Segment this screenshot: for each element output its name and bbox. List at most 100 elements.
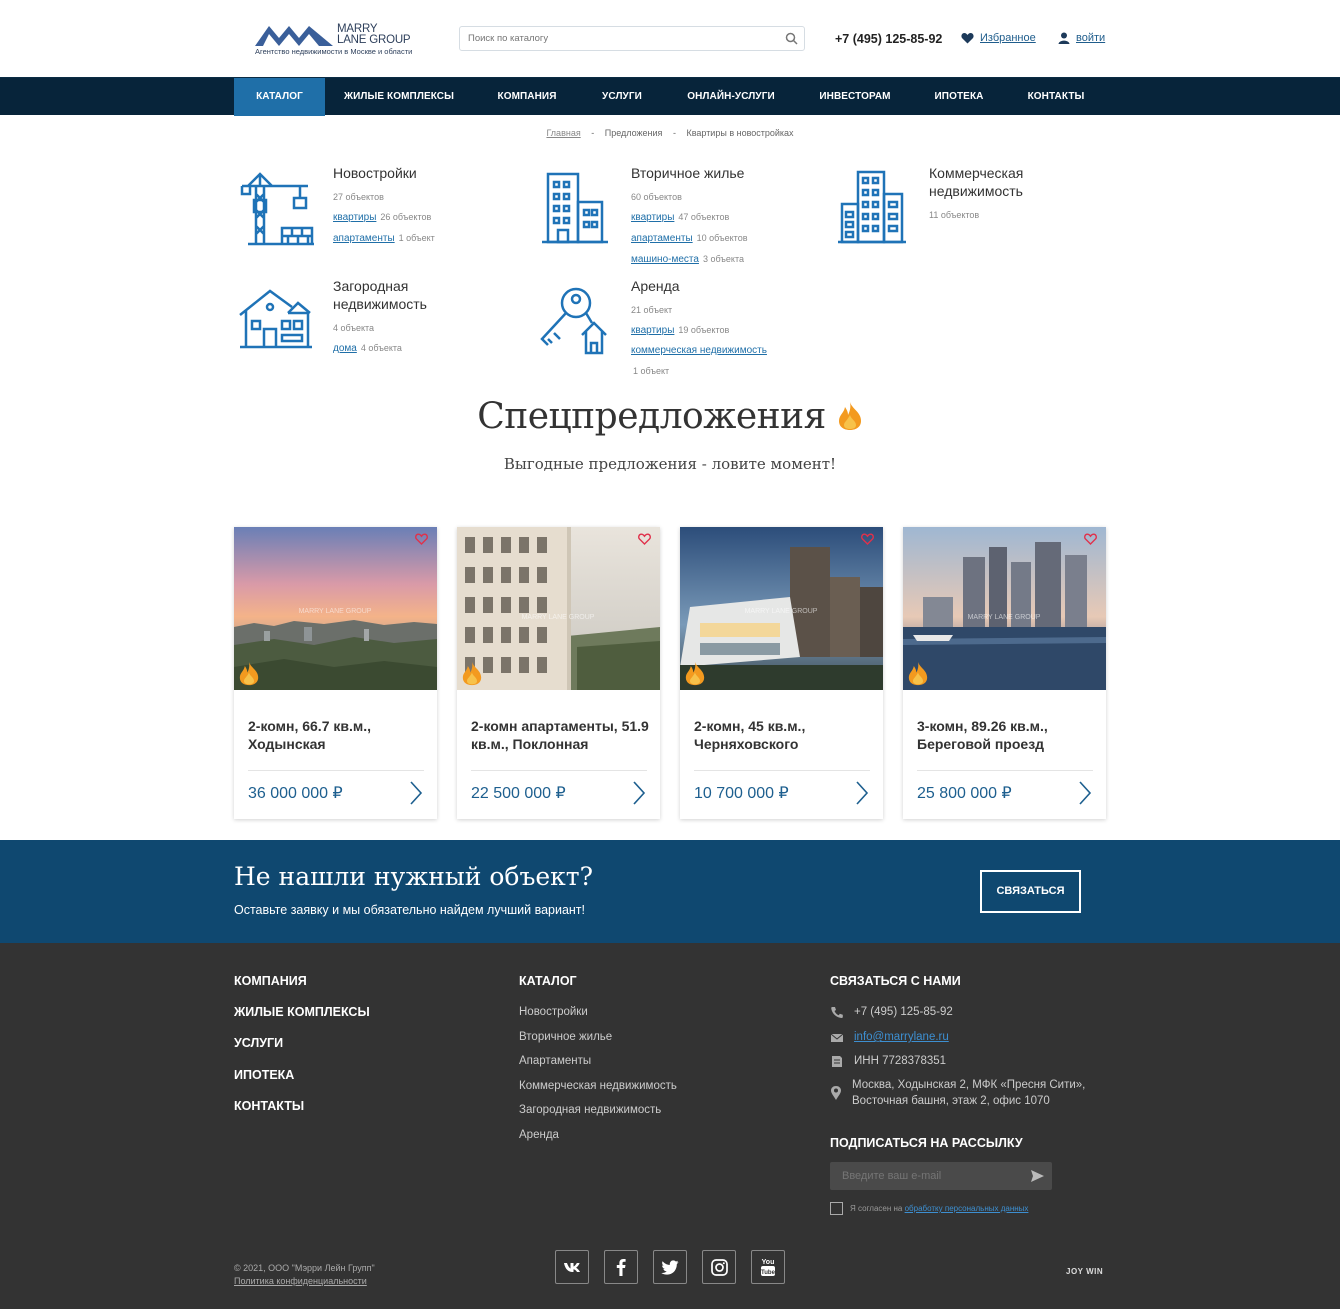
- hot-offer-fire-icon: [685, 661, 705, 686]
- contact-button[interactable]: СВЯЗАТЬСЯ: [980, 870, 1081, 913]
- consent-checkbox[interactable]: [830, 1202, 843, 1215]
- hot-offer-fire-icon: [462, 661, 482, 686]
- search-icon[interactable]: [785, 32, 798, 45]
- category-title[interactable]: Загородная недвижимость: [333, 277, 483, 313]
- category-title[interactable]: Коммерческая недвижимость: [929, 164, 1079, 200]
- offer-image[interactable]: MARRY LANE GROUP: [903, 527, 1106, 690]
- footer-catalog-link[interactable]: Загородная недвижимость: [519, 1104, 661, 1116]
- instagram-icon: [710, 1258, 728, 1276]
- offers-title: Спецпредложения: [0, 396, 1340, 437]
- nav-investors[interactable]: ИНВЕСТОРАМ: [805, 78, 905, 116]
- subscribe-box: [830, 1162, 1052, 1190]
- footer-phone[interactable]: +7 (495) 125-85-92: [830, 1006, 953, 1019]
- mail-icon: [830, 1033, 844, 1042]
- key-house-icon: [540, 287, 607, 355]
- category-link-count: 4 объекта: [360, 343, 402, 353]
- phone-icon: [831, 1007, 843, 1018]
- chevron-right-icon[interactable]: [409, 780, 423, 806]
- nav-services[interactable]: УСЛУГИ: [590, 78, 654, 116]
- subscribe-title: ПОДПИСАТЬСЯ НА РАССЫЛКУ: [830, 1136, 1023, 1150]
- footer-menu-services[interactable]: УСЛУГИ: [234, 1036, 283, 1050]
- twitter-icon: [661, 1259, 679, 1275]
- youtube-icon: You Tube: [761, 1259, 776, 1276]
- offer-image[interactable]: MARRY LANE GROUP: [234, 527, 437, 690]
- favorite-heart-icon[interactable]: [638, 533, 651, 545]
- footer-menu-residential[interactable]: ЖИЛЫЕ КОМПЛЕКСЫ: [234, 1005, 370, 1019]
- category-link[interactable]: квартиры: [333, 212, 376, 223]
- watermark-text: MARRY LANE GROUP: [745, 608, 818, 615]
- offer-card[interactable]: MARRY LANE GROUP 2-комн, 45 кв.м., Черня…: [680, 527, 883, 819]
- category-link[interactable]: квартиры: [631, 212, 674, 223]
- consent-link[interactable]: обработку персональных данных: [905, 1204, 1029, 1213]
- footer-menu-contacts[interactable]: КОНТАКТЫ: [234, 1099, 304, 1113]
- category-link[interactable]: коммерческая недвижимость: [631, 345, 767, 356]
- offer-price: 22 500 000 ₽: [471, 785, 566, 802]
- category-count: 11 объектов: [929, 210, 980, 220]
- svg-text:You: You: [762, 1259, 775, 1266]
- offer-card[interactable]: MARRY LANE GROUP 3-комн, 89.26 кв.м., Бе…: [903, 527, 1106, 819]
- footer-catalog-title: КАТАЛОГ: [519, 974, 577, 988]
- category-link-count: 47 объектов: [678, 212, 730, 222]
- header-phone[interactable]: +7 (495) 125-85-92: [835, 32, 942, 46]
- footer-email[interactable]: info@marrylane.ru: [830, 1031, 949, 1043]
- category-link[interactable]: апартаменты: [333, 233, 395, 244]
- instagram-button[interactable]: [702, 1250, 736, 1284]
- watermark-text: MARRY LANE GROUP: [522, 614, 595, 621]
- nav-online-services[interactable]: ОНЛАЙН-УСЛУГИ: [675, 78, 787, 116]
- breadcrumb-home[interactable]: Главная: [546, 128, 580, 138]
- send-icon[interactable]: [1030, 1169, 1045, 1183]
- twitter-button[interactable]: [653, 1250, 687, 1284]
- nav-company[interactable]: КОМПАНИЯ: [480, 78, 574, 116]
- offer-title[interactable]: 2-комн, 45 кв.м., Черняховского: [694, 717, 874, 753]
- offer-card[interactable]: MARRY LANE GROUP 2-комн, 66.7 кв.м., Ход…: [234, 527, 437, 819]
- nav-contacts[interactable]: КОНТАКТЫ: [1015, 78, 1097, 116]
- favorites-link[interactable]: Избранное: [961, 32, 1036, 44]
- offer-title[interactable]: 3-комн, 89.26 кв.м., Береговой проезд: [917, 717, 1097, 753]
- offer-price: 25 800 000 ₽: [917, 785, 1012, 802]
- chevron-right-icon[interactable]: [855, 780, 869, 806]
- developer-logo[interactable]: JOY WIN: [1066, 1267, 1103, 1276]
- offer-image[interactable]: MARRY LANE GROUP: [680, 527, 883, 690]
- offer-title[interactable]: 2-комн апартаменты, 51.9 кв.м., Поклонна…: [471, 717, 651, 753]
- offer-price: 10 700 000 ₽: [694, 785, 789, 802]
- footer-catalog-link[interactable]: Новостройки: [519, 1006, 588, 1018]
- footer-catalog-link[interactable]: Аренда: [519, 1129, 559, 1141]
- breadcrumb-current: Квартиры в новостройках: [686, 128, 794, 138]
- chevron-right-icon[interactable]: [1078, 780, 1092, 806]
- chevron-right-icon[interactable]: [632, 780, 646, 806]
- logo[interactable]: MARRY LANE GROUP Агентство недвижимости …: [255, 22, 420, 58]
- favorite-heart-icon[interactable]: [415, 533, 428, 545]
- location-pin-icon: [831, 1086, 841, 1100]
- search-input[interactable]: [460, 27, 770, 50]
- footer-menu-mortgage[interactable]: ИПОТЕКА: [234, 1068, 294, 1082]
- nav-residential[interactable]: ЖИЛЫЕ КОМПЛЕКСЫ: [330, 78, 468, 116]
- footer-catalog-link[interactable]: Вторичное жилье: [519, 1031, 612, 1043]
- category-link[interactable]: квартиры: [631, 325, 674, 336]
- favorite-heart-icon[interactable]: [861, 533, 874, 545]
- subscribe-email-input[interactable]: [830, 1162, 1020, 1190]
- vk-button[interactable]: [555, 1250, 589, 1284]
- offer-card[interactable]: MARRY LANE GROUP 2-комн апартаменты, 51.…: [457, 527, 660, 819]
- youtube-button[interactable]: You Tube: [751, 1250, 785, 1284]
- office-building-icon: [838, 170, 906, 244]
- facebook-button[interactable]: [604, 1250, 638, 1284]
- category-link[interactable]: машино-места: [631, 254, 699, 265]
- login-link[interactable]: войти: [1058, 32, 1105, 44]
- logo-subtitle: Агентство недвижимости в Москве и област…: [255, 47, 413, 56]
- category-title[interactable]: Вторичное жилье: [631, 164, 781, 182]
- breadcrumb-offers[interactable]: Предложения: [605, 128, 663, 138]
- nav-mortgage[interactable]: ИПОТЕКА: [925, 78, 993, 116]
- offer-title[interactable]: 2-комн, 66.7 кв.м., Ходынская: [248, 717, 428, 753]
- favorite-heart-icon[interactable]: [1084, 533, 1097, 545]
- footer-catalog-link[interactable]: Коммерческая недвижимость: [519, 1080, 677, 1092]
- category-link[interactable]: дома: [333, 343, 357, 354]
- category-title[interactable]: Новостройки: [333, 164, 483, 182]
- footer-menu-company[interactable]: КОМПАНИЯ: [234, 974, 307, 988]
- category-title[interactable]: Аренда: [631, 277, 781, 295]
- footer-catalog-link[interactable]: Апартаменты: [519, 1055, 591, 1067]
- nav-catalog[interactable]: КАТАЛОГ: [234, 78, 325, 116]
- offer-price: 36 000 000 ₽: [248, 785, 343, 802]
- category-link[interactable]: апартаменты: [631, 233, 693, 244]
- offer-image[interactable]: MARRY LANE GROUP: [457, 527, 660, 690]
- privacy-policy-link[interactable]: Политика конфиденциальности: [234, 1275, 375, 1288]
